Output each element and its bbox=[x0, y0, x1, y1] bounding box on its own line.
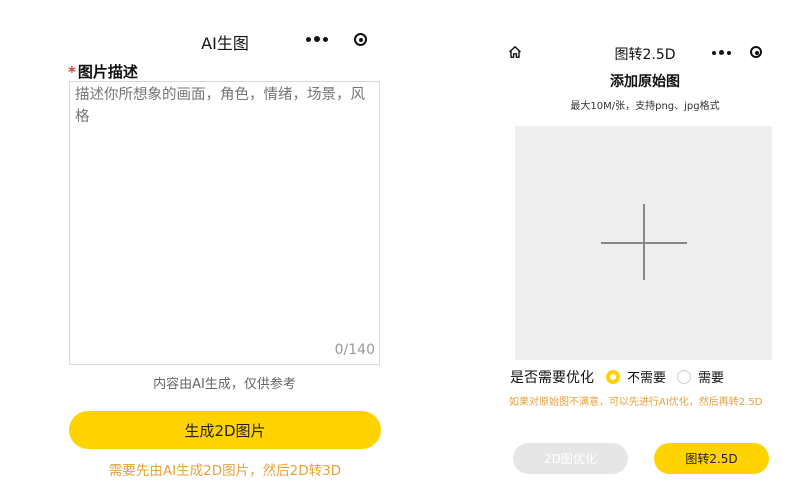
home-icon[interactable] bbox=[508, 45, 522, 59]
right-screen: 图转2.5D 添加原始图 最大10M/张，支持png、jpg格式 是否需要优化 … bbox=[495, 0, 800, 495]
more-button[interactable] bbox=[712, 50, 731, 55]
optimize-question: 是否需要优化 bbox=[510, 370, 594, 386]
description-input[interactable] bbox=[69, 81, 380, 365]
page-title: AI生图 bbox=[201, 34, 249, 53]
left-screen: AI生图 *图片描述 0/140 内容由AI生成，仅供参考 生成2D图片 需要先… bbox=[0, 0, 450, 495]
target-icon bbox=[750, 46, 762, 58]
close-button[interactable] bbox=[354, 33, 367, 46]
convert-25d-button[interactable]: 图转2.5D bbox=[654, 443, 769, 474]
close-button[interactable] bbox=[750, 46, 762, 58]
right-hint: 如果对原始图不满意，可以先进行AI优化，然后再转2.5D bbox=[509, 397, 763, 408]
option-optimize-label: 需要 bbox=[698, 371, 725, 386]
upload-requirements: 最大10M/张，支持png、jpg格式 bbox=[570, 101, 720, 112]
option-optimize[interactable]: 需要 bbox=[677, 367, 724, 386]
option-no-optimize-label: 不需要 bbox=[627, 371, 667, 386]
generate-2d-button-label: 生成2D图片 bbox=[184, 421, 266, 440]
field-label: * 图片描述 bbox=[68, 61, 138, 82]
field-label-text: 图片描述 bbox=[77, 63, 138, 81]
option-no-optimize[interactable]: 不需要 bbox=[606, 367, 666, 386]
optimize-2d-button-label: 2D图优化 bbox=[544, 452, 597, 466]
target-icon bbox=[354, 33, 367, 46]
more-button[interactable] bbox=[306, 36, 328, 42]
add-plus-icon-vertical bbox=[643, 204, 645, 280]
image-upload-area[interactable] bbox=[515, 126, 772, 360]
ai-disclaimer: 内容由AI生成，仅供参考 bbox=[153, 377, 296, 392]
convert-25d-button-label: 图转2.5D bbox=[685, 452, 738, 466]
char-counter: 0/140 bbox=[334, 342, 375, 358]
radio-unchecked-icon bbox=[677, 369, 691, 384]
radio-checked-icon bbox=[606, 369, 620, 384]
required-mark: * bbox=[68, 63, 76, 81]
page-title: 图转2.5D bbox=[614, 47, 676, 63]
optimize-2d-button[interactable]: 2D图优化 bbox=[513, 443, 628, 474]
more-dots-icon bbox=[712, 50, 731, 55]
left-hint: 需要先由AI生成2D图片，然后2D转3D bbox=[108, 463, 342, 479]
generate-2d-button[interactable]: 生成2D图片 bbox=[69, 411, 381, 449]
more-dots-icon bbox=[306, 36, 328, 42]
upload-heading: 添加原始图 bbox=[610, 74, 680, 90]
